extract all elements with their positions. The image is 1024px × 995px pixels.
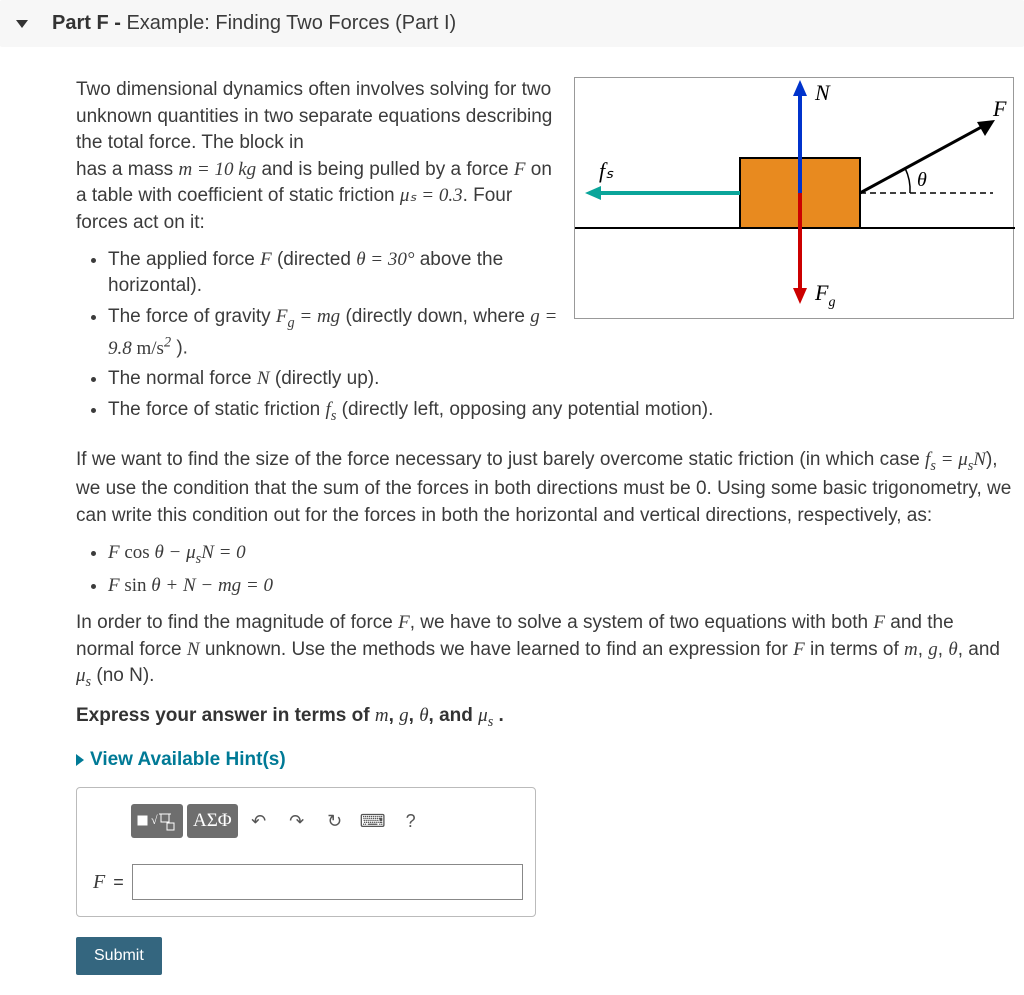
equations-list: F cos θ − μsN = 0 F sin θ + N − mg = 0 [108,540,1014,600]
svg-text:Fg: Fg [814,280,835,310]
list-item: F cos θ − μsN = 0 [108,540,1014,570]
template-button[interactable]: √ [131,804,183,838]
paragraph-2: If we want to find the size of the force… [76,447,1014,530]
keyboard-icon[interactable]: ⌨ [356,804,390,838]
redo-icon[interactable]: ↷ [280,804,314,838]
list-item: The normal force N (directly up). [108,366,1014,393]
diagram-svg: N Fg fₛ F θ [575,78,1015,318]
fs-label: fₛ [599,158,614,183]
express-instruction: Express your answer in terms of m, g, θ,… [76,703,1014,733]
submit-button[interactable]: Submit [76,937,162,975]
content: N Fg fₛ F θ [0,47,1024,995]
greek-button[interactable]: ΑΣΦ [187,804,238,838]
list-item: F sin θ + N − mg = 0 [108,573,1014,600]
equation-toolbar: √ ΑΣΦ ↶ ↷ ↻ ⌨ ? [131,804,523,838]
list-item: The force of static friction fs (directl… [108,397,1014,427]
equals-sign: = [113,870,124,895]
collapse-icon[interactable] [16,20,28,28]
free-body-diagram: N Fg fₛ F θ [574,77,1014,319]
svg-text:√: √ [151,813,158,827]
answer-lhs: F [93,868,105,896]
undo-icon[interactable]: ↶ [242,804,276,838]
answer-input[interactable] [132,864,523,900]
answer-panel: √ ΑΣΦ ↶ ↷ ↻ ⌨ ? F = [76,787,536,917]
paragraph-3: In order to find the magnitude of force … [76,610,1014,693]
part-header[interactable]: Part F - Example: Finding Two Forces (Pa… [0,0,1024,47]
help-icon[interactable]: ? [394,804,428,838]
chevron-right-icon [76,754,84,766]
theta-label: θ [917,169,927,191]
part-label: Part F - [52,12,126,34]
N-label: N [814,80,831,105]
F-label: F [992,96,1007,121]
reset-icon[interactable]: ↻ [318,804,352,838]
view-hints-link[interactable]: View Available Hint(s) [76,747,1014,774]
part-title: Example: Finding Two Forces (Part I) [126,12,456,34]
Fg-label: F [814,280,829,305]
